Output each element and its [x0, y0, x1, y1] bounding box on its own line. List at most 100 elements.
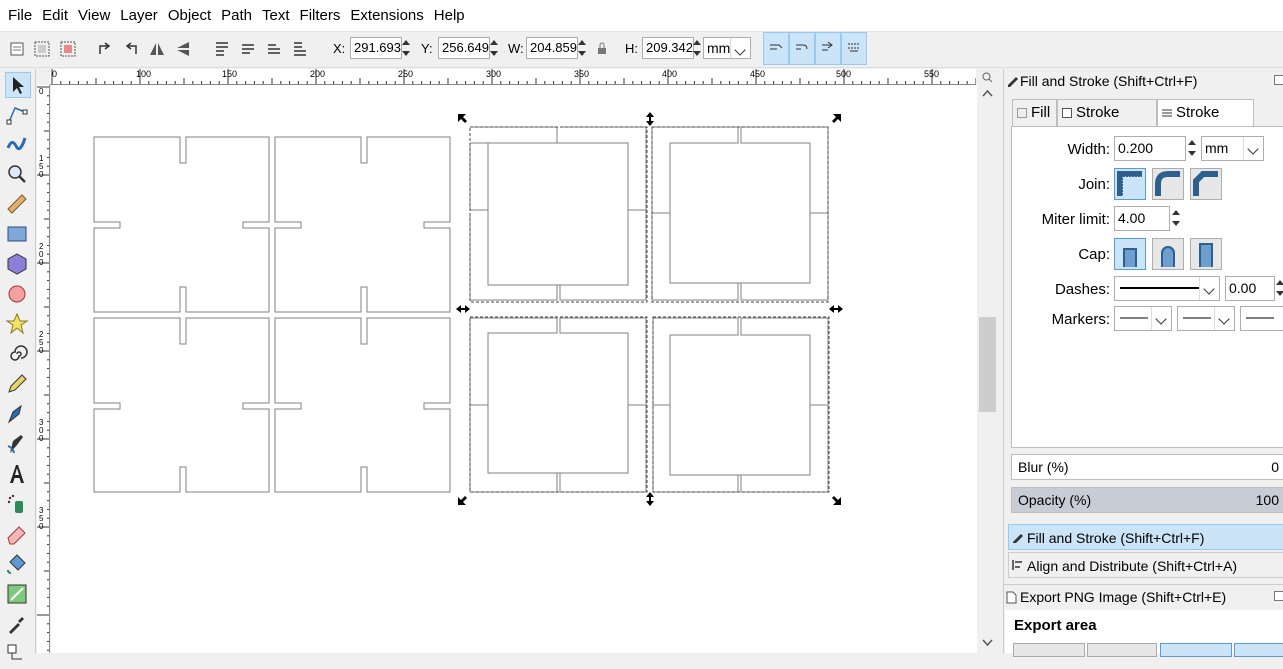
cap-butt-button[interactable]	[1114, 238, 1146, 270]
ruler-label: 150	[222, 69, 238, 79]
cap-square-button[interactable]	[1190, 238, 1222, 270]
menu-help[interactable]: Help	[429, 0, 470, 32]
zoom-tool[interactable]	[5, 162, 31, 188]
selector-tool[interactable]	[5, 72, 31, 98]
dash-offset-field[interactable]: 0.00	[1225, 276, 1275, 301]
export-selection-button[interactable]	[1160, 643, 1232, 657]
export-drawing-button[interactable]	[1087, 643, 1157, 657]
calligraphy-tool[interactable]	[5, 432, 31, 458]
spiral-tool[interactable]	[5, 342, 31, 368]
stroke-unit-select[interactable]: mm	[1201, 136, 1264, 161]
chevron-down-icon[interactable]	[982, 639, 993, 647]
scrollbar-thumb[interactable]	[979, 317, 996, 412]
3d-box-tool[interactable]	[5, 252, 31, 278]
tab-stroke-style[interactable]: Stroke style	[1157, 99, 1254, 147]
menu-text[interactable]: Text	[257, 0, 295, 32]
end-marker-select[interactable]	[1240, 306, 1283, 331]
miter-limit-field[interactable]: 4.00	[1114, 206, 1170, 231]
x-spin-arrows[interactable]	[401, 37, 411, 59]
raise-to-top-icon[interactable]	[213, 40, 231, 58]
ruler-corner	[37, 69, 50, 85]
move-gradients-toggle[interactable]	[815, 32, 841, 65]
measure-tool[interactable]	[5, 192, 31, 218]
stroke-width-spin[interactable]	[1187, 137, 1197, 159]
ruler-label: 300	[39, 418, 44, 443]
dash-offset-spin[interactable]	[1275, 277, 1283, 299]
rectangle-tool[interactable]	[5, 222, 31, 248]
miter-limit-spin[interactable]	[1171, 207, 1181, 229]
flip-vertical-icon[interactable]	[174, 40, 192, 58]
menu-view[interactable]: View	[73, 0, 115, 32]
h-spin-arrows[interactable]	[692, 37, 702, 59]
node-tool[interactable]	[5, 102, 31, 128]
export-page-button[interactable]	[1013, 643, 1085, 657]
h-field[interactable]: 209.342	[642, 37, 694, 59]
mid-marker-select[interactable]	[1177, 306, 1235, 331]
paint-bucket-icon	[7, 554, 26, 574]
scale-radii-toggle[interactable]	[789, 32, 815, 65]
eraser-tool[interactable]	[5, 522, 31, 548]
unit-select[interactable]: mm	[703, 37, 751, 59]
deselect-icon[interactable]	[59, 40, 77, 58]
menu-edit[interactable]: Edit	[37, 0, 73, 32]
blur-slider[interactable]: Blur (%) 0	[1011, 454, 1283, 480]
menu-object[interactable]: Object	[163, 0, 216, 32]
w-spin-arrows[interactable]	[577, 37, 587, 59]
lower-to-bottom-icon[interactable]	[291, 40, 309, 58]
star-tool[interactable]	[5, 312, 31, 338]
spray-tool[interactable]	[5, 492, 31, 518]
flip-horizontal-icon[interactable]	[148, 40, 166, 58]
x-field[interactable]: 291.693	[350, 37, 402, 59]
dropper-tool[interactable]	[5, 612, 31, 638]
dialog-menu-icon[interactable]	[1274, 591, 1283, 601]
lock-icon[interactable]	[597, 40, 607, 58]
menu-layer[interactable]: Layer	[115, 0, 163, 32]
raise-icon[interactable]	[239, 40, 257, 58]
join-bevel-button[interactable]	[1190, 168, 1222, 200]
select-all-in-all-layers-icon[interactable]	[33, 40, 51, 58]
scale-handle	[832, 496, 841, 505]
tweak-tool[interactable]	[5, 132, 31, 158]
stroke-width-field[interactable]: 0.200	[1114, 136, 1186, 161]
y-spin-arrows[interactable]	[489, 37, 499, 59]
ellipse-tool[interactable]	[5, 282, 31, 308]
menu-path[interactable]: Path	[216, 0, 257, 32]
drawing-canvas[interactable]	[51, 85, 977, 653]
connector-tool[interactable]	[5, 642, 31, 668]
pen-tool[interactable]	[5, 402, 31, 428]
tab-fill[interactable]: Fill	[1012, 99, 1057, 127]
rotate-ccw-icon[interactable]	[96, 40, 114, 58]
menu-extensions[interactable]: Extensions	[345, 0, 428, 32]
move-patterns-toggle[interactable]	[841, 32, 867, 65]
start-marker-select[interactable]	[1114, 306, 1172, 331]
dash-pattern-select[interactable]	[1114, 276, 1220, 301]
y-field[interactable]: 256.649	[438, 37, 490, 59]
menu-file[interactable]: File	[3, 0, 37, 32]
dock-item-fill-stroke[interactable]: Fill and Stroke (Shift+Ctrl+F)	[1008, 524, 1283, 550]
join-round-button[interactable]	[1152, 168, 1184, 200]
y-label: Y:	[421, 41, 433, 56]
lower-icon[interactable]	[265, 40, 283, 58]
dock-item-align-distribute[interactable]: Align and Distribute (Shift+Ctrl+A)	[1008, 552, 1283, 578]
opacity-slider[interactable]: Opacity (%) 100	[1011, 487, 1283, 513]
puzzle-piece	[652, 317, 829, 493]
tab-stroke-paint[interactable]: Stroke paint	[1057, 99, 1157, 147]
export-custom-button[interactable]	[1234, 643, 1283, 657]
cap-round-button[interactable]	[1152, 238, 1184, 270]
gradient-tool[interactable]	[5, 582, 31, 608]
rotate-cw-icon[interactable]	[122, 40, 140, 58]
ruler-label: 200	[310, 69, 326, 79]
vertical-ruler[interactable]: 0 150 200 250 300 350	[37, 85, 50, 653]
text-tool[interactable]	[5, 462, 31, 488]
join-miter-button[interactable]	[1114, 168, 1146, 200]
horizontal-ruler[interactable]: 0 100 150 200 250 300 350 400 450 500 55…	[50, 69, 976, 85]
pencil-tool[interactable]	[5, 372, 31, 398]
vertical-scrollbar[interactable]	[977, 69, 998, 653]
scale-stroke-toggle[interactable]	[763, 32, 789, 65]
select-all-icon[interactable]	[8, 40, 26, 58]
w-field[interactable]: 204.859	[526, 37, 578, 59]
paint-bucket-tool[interactable]	[5, 552, 31, 578]
chevron-up-icon[interactable]	[982, 89, 993, 97]
menu-filters[interactable]: Filters	[295, 0, 346, 32]
dialog-menu-icon[interactable]	[1274, 75, 1283, 85]
